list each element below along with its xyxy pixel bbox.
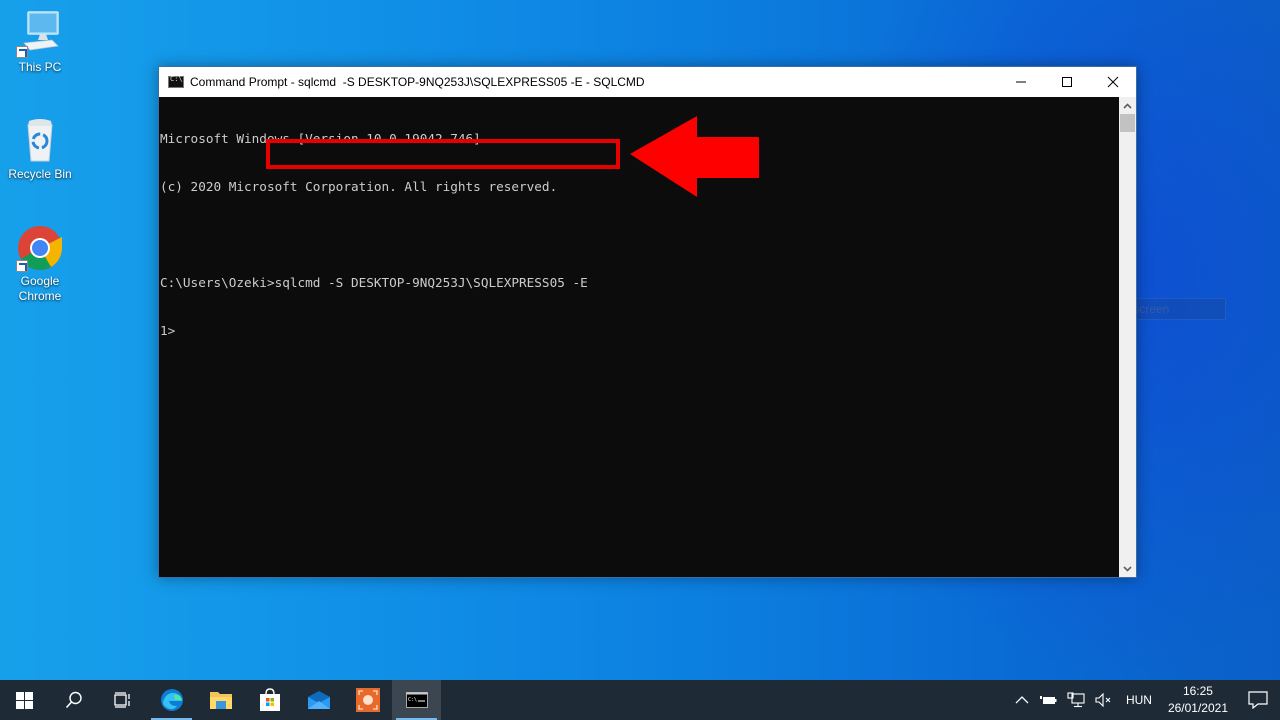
vertical-scrollbar[interactable] [1119, 97, 1136, 577]
red-arrow-annotation [630, 116, 759, 197]
search-icon [65, 691, 82, 709]
clock-button[interactable]: 16:25 26/01/2021 [1160, 680, 1236, 720]
window-controls [998, 67, 1136, 97]
volume-muted-icon [1095, 693, 1111, 707]
chrome-icon [16, 224, 64, 272]
network-icon [1067, 692, 1085, 708]
chevron-down-icon [1123, 565, 1132, 572]
desktop: This PC Recycle Bin Google Chrome Full s… [0, 0, 1280, 680]
show-hidden-icons-button[interactable] [1010, 680, 1034, 720]
desktop-icon-label-line1: Google [20, 274, 60, 288]
minimize-button[interactable] [998, 67, 1044, 97]
action-center-button[interactable] [1236, 680, 1280, 720]
desktop-icon-label-line2: Chrome [18, 289, 62, 303]
recycle-bin-icon [16, 117, 64, 165]
shortcut-arrow-icon [16, 46, 28, 58]
console-command-line: C:\Users\Ozeki>sqlcmd -S DESKTOP-9NQ253J… [160, 275, 588, 290]
scroll-down-button[interactable] [1119, 560, 1136, 577]
computer-icon [16, 10, 64, 58]
maximize-icon [1062, 77, 1072, 87]
store-icon [259, 688, 280, 711]
taskbar: C:\ HUN 16:25 26/01/2021 [0, 680, 1280, 720]
svg-text:C:\: C:\ [408, 697, 417, 703]
start-button[interactable] [0, 680, 49, 720]
windows-logo-icon [16, 691, 33, 709]
edge-icon [160, 689, 183, 711]
volume-button[interactable] [1090, 680, 1118, 720]
scroll-up-button[interactable] [1119, 97, 1136, 114]
notification-icon [1248, 691, 1268, 709]
taskbar-mail[interactable] [294, 680, 343, 720]
clock-time: 16:25 [1182, 684, 1213, 698]
window-title: Command Prompt - sqlcmd -S DESKTOP-9NQ25… [190, 75, 645, 89]
task-view-icon [113, 692, 130, 708]
command-prompt-icon [168, 75, 184, 88]
chevron-up-icon [1015, 696, 1029, 704]
command-highlight-box [266, 139, 620, 169]
close-button[interactable] [1090, 67, 1136, 97]
desktop-icon-this-pc[interactable]: This PC [2, 10, 78, 75]
close-icon [1107, 76, 1119, 88]
title-bar[interactable]: Command Prompt - sqlcmd -S DESKTOP-9NQ25… [159, 67, 1136, 97]
taskbar-file-explorer[interactable] [196, 680, 245, 720]
battery-charging-icon [1039, 696, 1057, 704]
network-button[interactable] [1062, 680, 1090, 720]
taskbar-edge[interactable] [147, 680, 196, 720]
command-prompt-icon: C:\ [405, 692, 428, 708]
taskbar-app[interactable] [343, 680, 392, 720]
maximize-button[interactable] [1044, 67, 1090, 97]
clock-date: 26/01/2021 [1167, 701, 1228, 715]
desktop-icon-label: Recycle Bin [8, 167, 72, 181]
battery-button[interactable] [1034, 680, 1062, 720]
desktop-icon-label: This PC [18, 60, 62, 74]
system-tray: HUN 16:25 26/01/2021 [1010, 680, 1280, 720]
taskbar-store[interactable] [245, 680, 294, 720]
console-prompt-line: 1> [160, 323, 176, 338]
desktop-icon-recycle-bin[interactable]: Recycle Bin [2, 117, 78, 182]
search-button[interactable] [49, 680, 98, 720]
desktop-icon-google-chrome[interactable]: Google Chrome [2, 224, 78, 304]
scroll-thumb[interactable] [1120, 114, 1135, 132]
taskbar-command-prompt[interactable]: C:\ [392, 680, 441, 720]
folder-icon [209, 692, 232, 709]
input-language-button[interactable]: HUN [1118, 680, 1160, 720]
mail-icon [307, 691, 330, 709]
shortcut-arrow-icon [16, 260, 28, 272]
orange-app-icon [355, 688, 380, 712]
chevron-up-icon [1123, 102, 1132, 109]
minimize-icon [1016, 81, 1026, 83]
task-view-button[interactable] [98, 680, 147, 720]
